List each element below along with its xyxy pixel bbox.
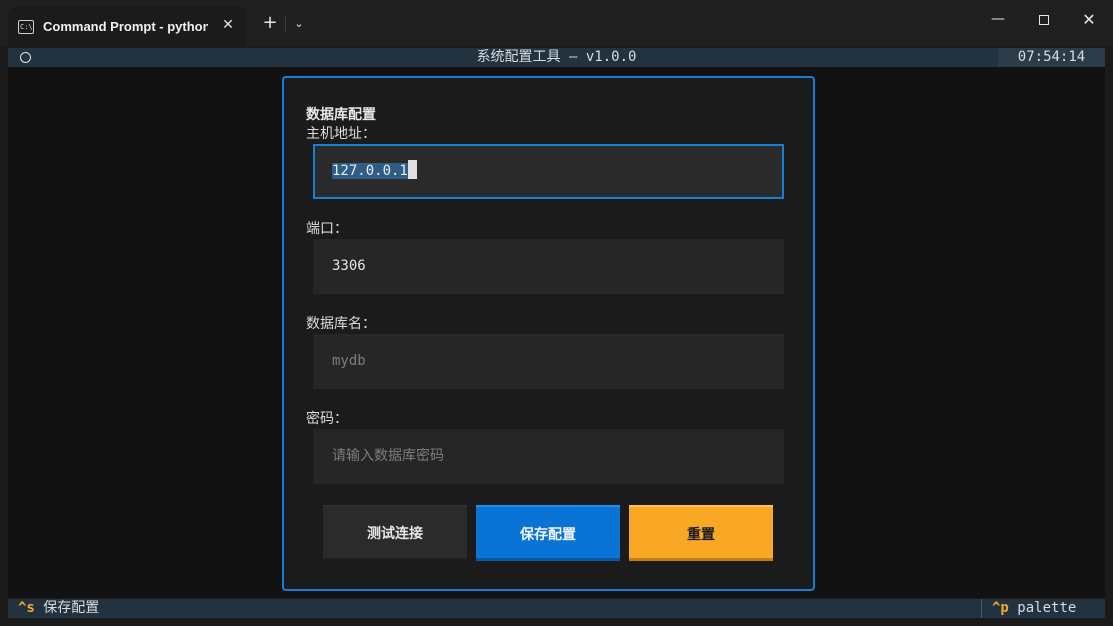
dbname-input[interactable]: mydb xyxy=(313,334,784,389)
app-header: 系统配置工具 — v1.0.0 07:54:14 xyxy=(8,48,1105,67)
minimize-icon[interactable]: — xyxy=(983,8,1013,32)
password-placeholder: 请输入数据库密码 xyxy=(332,448,444,464)
password-label: 密码： xyxy=(306,411,348,427)
port-input[interactable]: 3306 xyxy=(313,239,784,294)
tab-title: Command Prompt - python r xyxy=(43,19,208,34)
tab-dropdown-chevron-icon[interactable]: ⌄ xyxy=(290,14,308,34)
footer-palette-binding[interactable]: ^p palette xyxy=(981,599,1105,618)
terminal-tab[interactable]: C:\ Command Prompt - python r ✕ xyxy=(8,7,246,46)
palette-shortcut-label: palette xyxy=(1017,600,1077,616)
new-tab-plus-icon[interactable]: + xyxy=(259,13,281,35)
reset-button[interactable]: 重置 xyxy=(629,505,773,561)
port-input-value: 3306 xyxy=(332,258,366,274)
dbname-placeholder: mydb xyxy=(332,353,366,369)
command-prompt-icon: C:\ xyxy=(18,19,34,34)
window-close-icon[interactable]: ✕ xyxy=(1074,8,1104,32)
tab-close-icon[interactable]: ✕ xyxy=(220,17,236,33)
save-shortcut-key: ^s xyxy=(18,600,35,616)
config-dialog: 数据库配置 主机地址： 127.0.0.1 端口： 3306 数据库名： myd… xyxy=(282,76,815,591)
section-title: 数据库配置 xyxy=(306,107,376,123)
tab-divider xyxy=(285,15,286,33)
text-cursor xyxy=(407,160,417,179)
password-input[interactable]: 请输入数据库密码 xyxy=(313,429,784,484)
maximize-icon[interactable] xyxy=(1029,8,1059,32)
port-label: 端口： xyxy=(306,221,348,237)
test-connection-button[interactable]: 测试连接 xyxy=(323,505,467,561)
app-footer: ^s 保存配置 ^p palette xyxy=(8,599,1105,618)
dbname-label: 数据库名： xyxy=(306,316,376,332)
palette-shortcut-key: ^p xyxy=(992,600,1009,616)
host-input[interactable]: 127.0.0.1 xyxy=(313,144,784,199)
footer-save-binding[interactable]: ^s 保存配置 xyxy=(18,599,99,618)
host-input-value: 127.0.0.1 xyxy=(332,163,408,179)
terminal-titlebar: C:\ Command Prompt - python r ✕ + ⌄ — ✕ xyxy=(0,0,1113,46)
save-shortcut-label: 保存配置 xyxy=(43,600,100,616)
host-label: 主机地址： xyxy=(306,126,376,142)
save-config-button[interactable]: 保存配置 xyxy=(476,505,620,561)
maximize-square-icon xyxy=(1039,15,1049,25)
app-title: 系统配置工具 — v1.0.0 xyxy=(476,49,637,65)
header-clock: 07:54:14 xyxy=(998,48,1105,67)
